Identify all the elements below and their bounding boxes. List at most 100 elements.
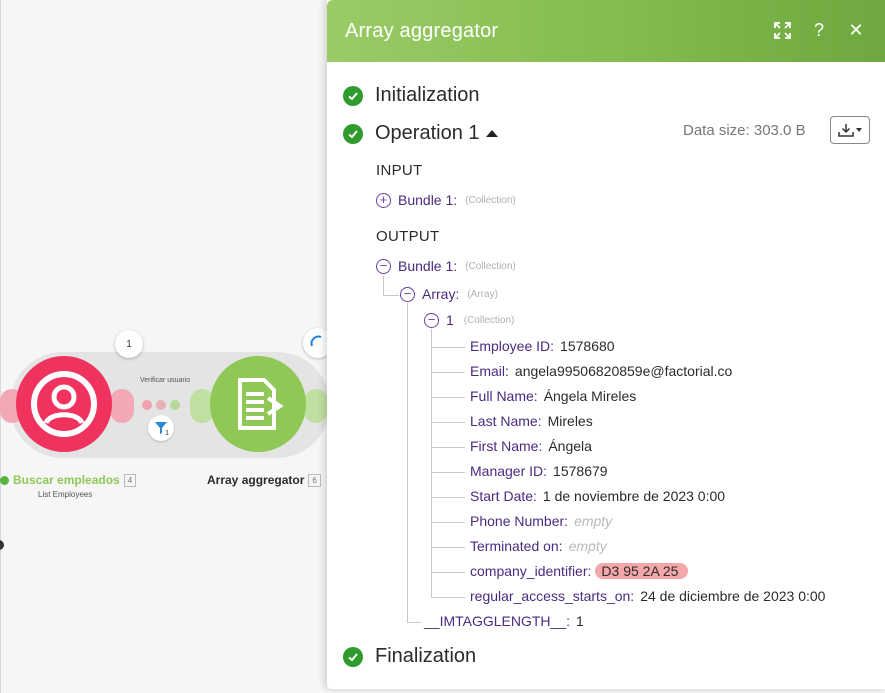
module-handle-right[interactable] [110,389,134,423]
operations-count: 1 [126,338,132,350]
section-label: Operation 1 [375,122,480,144]
output-heading: OUTPUT [376,228,440,245]
filter-count: 1 [165,430,169,437]
help-button[interactable]: ? [807,18,831,42]
field-key: Employee ID: [470,338,555,354]
module-subtitle: List Employees [38,490,93,499]
filter-button[interactable]: 1 [148,415,174,441]
help-icon: ? [813,19,824,40]
array-key: Array: [422,286,460,302]
highlighted-value[interactable]: D3 95 2A 25 [595,563,689,579]
field-value[interactable]: empty [574,513,612,529]
field-value: 1 [576,613,584,629]
field-row[interactable]: Full Name: Ángela Mireles [470,388,636,404]
tree-line [383,295,399,296]
field-row[interactable]: Last Name: Mireles [470,413,593,429]
module-index: 6 [308,473,321,487]
field-row[interactable]: regular_access_starts_on: 24 de diciembre… [470,588,825,604]
field-key: Phone Number: [470,513,569,529]
section-label: Finalization [375,645,477,667]
check-icon [343,85,363,106]
tree-line [431,329,432,597]
close-button[interactable]: ✕ [844,18,868,42]
field-value[interactable]: 24 de diciembre de 2023 0:00 [640,588,825,604]
module-name: Buscar empleados [13,473,120,487]
module-handle-right[interactable] [304,389,328,423]
download-button[interactable] [830,116,870,144]
field-row[interactable]: Phone Number: empty [470,513,612,529]
user-icon [31,371,97,437]
check-icon [343,123,363,144]
bundle-type: (Collection) [465,260,516,272]
plus-circle-icon[interactable]: + [376,192,391,208]
field-value[interactable]: Ángela [548,438,592,454]
module-name: Array aggregator [207,473,305,487]
tree-line [431,597,465,598]
field-value[interactable]: Mireles [548,413,593,429]
field-row[interactable]: Manager ID: 1578679 [470,463,608,479]
section-finalization[interactable]: Finalization [343,645,476,668]
field-row[interactable]: Start Date: 1 de noviembre de 2023 0:00 [470,488,725,504]
field-value[interactable]: empty [569,538,607,554]
field-row[interactable]: First Name: Ángela [470,438,592,454]
minus-circle-icon[interactable]: − [400,286,415,302]
field-row[interactable]: Employee ID: 1578680 [470,338,615,354]
output-bundle-row[interactable]: − Bundle 1: (Collection) [376,258,516,274]
field-row[interactable]: Terminated on: empty [470,538,607,554]
field-value[interactable]: Ángela Mireles [544,388,637,404]
array-item-row[interactable]: − 1 (Collection) [424,312,514,328]
field-key: regular_access_starts_on: [470,588,635,604]
tree-line [407,303,408,622]
module-title-buscar[interactable]: Buscar empleados 4 [0,473,137,487]
connection-handle[interactable] [0,540,4,550]
field-value[interactable]: angela99506820859e@factorial.co [515,363,732,379]
filter-label[interactable]: Verificar usuario [140,377,190,384]
filter-dot [156,400,166,410]
bundle-key: Bundle 1: [398,192,458,208]
field-key: Email: [470,363,509,379]
section-label: Initialization [375,84,480,106]
close-icon: ✕ [848,19,864,40]
field-key: Manager ID: [470,463,548,479]
bundle-type: (Collection) [465,194,516,206]
caret-up-icon[interactable] [485,130,498,137]
tree-line [431,397,465,398]
module-title-aggregator[interactable]: Array aggregator 6 [207,473,321,487]
item-type: (Collection) [463,314,515,326]
tree-line [431,422,465,423]
module-buscar-empleados[interactable] [16,356,112,452]
module-index: 4 [123,473,137,487]
operations-count-bubble[interactable]: 1 [115,330,143,358]
length-row[interactable]: __IMTAGGLENGTH__: 1 [424,613,584,629]
field-row[interactable]: Email: angela99506820859e@factorial.co [470,363,732,379]
field-value[interactable]: 1578680 [560,338,615,354]
array-row[interactable]: − Array: (Array) [400,286,498,302]
download-icon [838,124,854,137]
field-row[interactable]: company_identifier: D3 95 2A 25 [470,563,689,579]
module-array-aggregator[interactable] [210,356,306,452]
section-operation-1[interactable]: Operation 1 [343,122,498,145]
minus-circle-icon[interactable]: − [424,312,439,328]
tree-line [431,572,465,573]
field-key: Last Name: [470,413,542,429]
panel-title: Array aggregator [345,19,499,42]
minus-circle-icon[interactable]: − [376,258,391,274]
input-bundle-row[interactable]: + Bundle 1: (Collection) [376,192,516,208]
status-ok-icon [0,475,9,485]
filter-dot [142,400,152,410]
field-value[interactable]: 1578679 [553,463,608,479]
tree-line [383,276,384,296]
field-value[interactable]: 1 de noviembre de 2023 0:00 [543,488,725,504]
tree-line [431,447,465,448]
chevron-down-icon [856,128,862,132]
field-key: Start Date: [470,488,537,504]
field-key: Terminated on: [470,538,563,554]
expand-icon [773,21,791,39]
expand-button[interactable] [770,18,794,42]
input-heading: INPUT [376,162,423,179]
tree-line [431,497,465,498]
panel-header: Array aggregator ? ✕ [327,0,885,62]
section-initialization[interactable]: Initialization [343,84,480,107]
check-icon [343,646,363,667]
item-key: 1 [446,312,454,328]
